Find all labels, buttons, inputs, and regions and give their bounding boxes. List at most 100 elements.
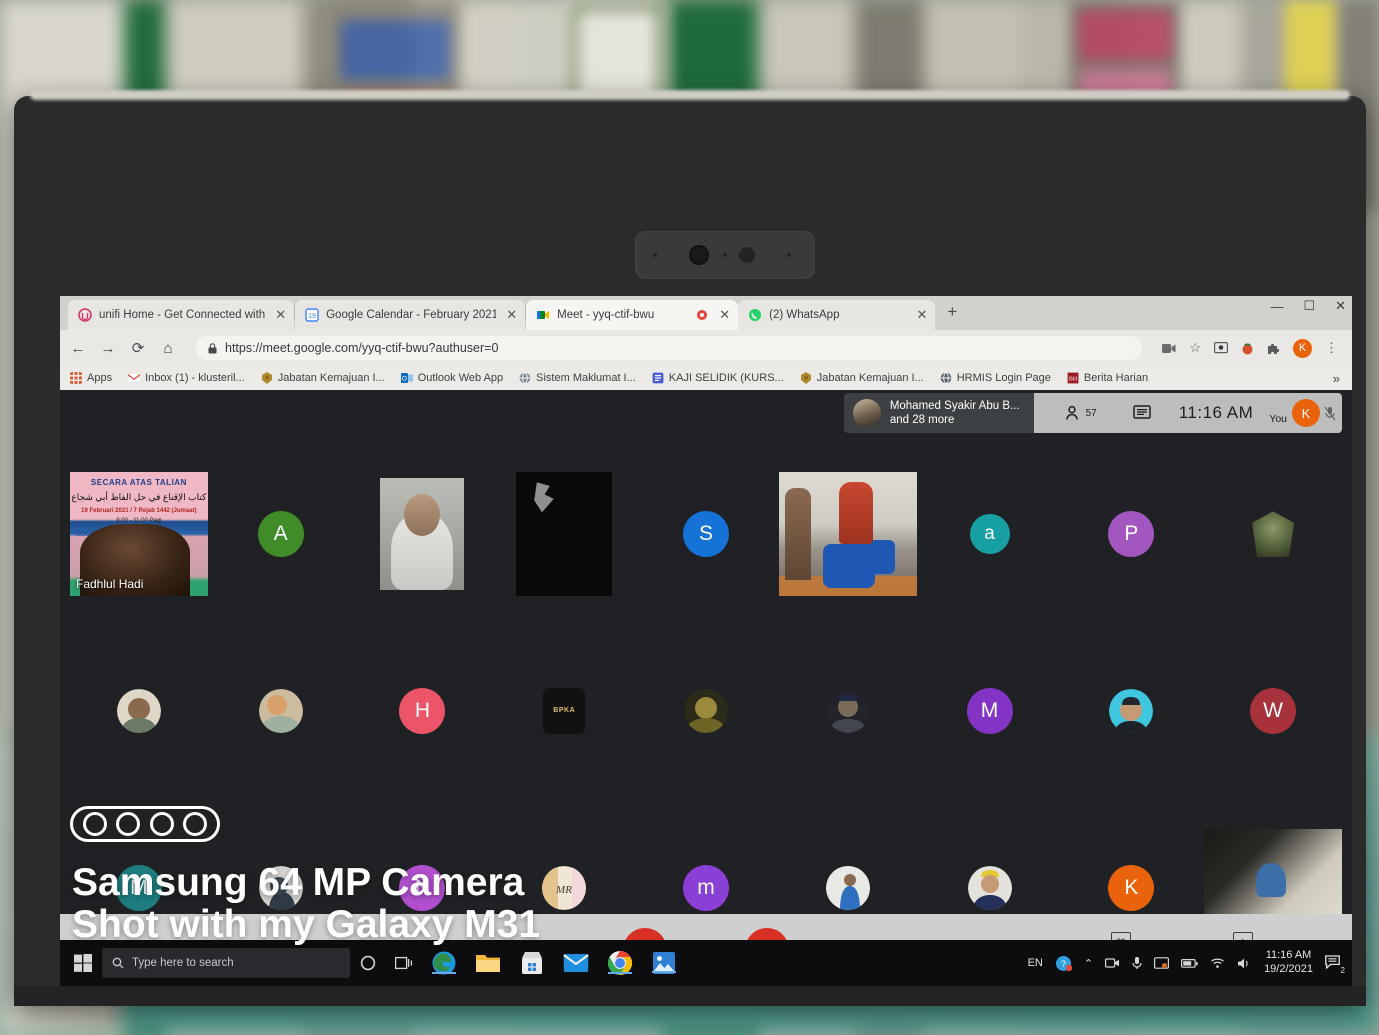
participants-button[interactable]: 57 (1048, 405, 1115, 421)
tab-close-icon[interactable]: ✕ (275, 307, 286, 323)
video-feed (778, 472, 917, 597)
bookmark-hrmis[interactable]: HRMIS Login Page (940, 372, 1051, 384)
task-view-icon[interactable] (386, 956, 422, 970)
participant-tile[interactable] (1204, 448, 1342, 621)
windows-start-icon[interactable] (66, 954, 100, 972)
participant-tile[interactable]: A (212, 448, 350, 621)
bookmark-outlook[interactable]: O Outlook Web App (400, 372, 504, 384)
address-bar[interactable]: https://meet.google.com/yyq-ctif-bwu?aut… (196, 336, 1143, 360)
taskbar-app-microsoft-edge-icon[interactable] (422, 950, 466, 976)
search-input[interactable]: Type here to search (102, 948, 350, 978)
participant-tile[interactable] (354, 448, 492, 621)
participant-tile[interactable]: P (1062, 448, 1200, 621)
bookmark-jakim-2[interactable]: Jabatan Kemajuan I... (800, 372, 924, 384)
active-speaker-chip[interactable]: Mohamed Syakir Abu B... and 28 more (843, 393, 1034, 433)
participant-tile[interactable] (779, 625, 917, 798)
meet-clock: 11:16 AM (1178, 403, 1254, 422)
tab-close-icon[interactable]: ✕ (916, 307, 927, 323)
window-maximize-button[interactable]: ☐ (1303, 298, 1315, 314)
window-controls: — ☐ ✕ (1270, 298, 1346, 314)
google-meet-icon (537, 311, 550, 319)
window-minimize-button[interactable]: — (1270, 299, 1283, 314)
wifi-icon[interactable] (1210, 957, 1225, 969)
meet-header-actions: 57 11:16 AM You K (1033, 393, 1342, 433)
apps-grid-icon (70, 372, 82, 384)
cast-icon[interactable] (1214, 342, 1228, 354)
globe-icon (940, 372, 952, 384)
notification-count: 2 (1340, 965, 1345, 975)
bookmark-sistem-maklumat[interactable]: Sistem Maklumat I... (519, 372, 636, 384)
svg-text:19: 19 (308, 313, 316, 320)
taskbar-app-google-chrome-icon[interactable] (598, 950, 642, 976)
participant-tile[interactable]: H (354, 625, 492, 798)
participant-tile[interactable]: W (1204, 625, 1342, 798)
chrome-menu-button[interactable]: ⋮ (1325, 340, 1338, 356)
lock-icon (208, 342, 217, 353)
camera-tray-icon[interactable] (1105, 957, 1120, 969)
participant-tile[interactable]: BPKA (495, 625, 633, 798)
volume-icon[interactable] (1237, 957, 1252, 970)
help-circle-icon[interactable]: ? (1055, 955, 1072, 972)
taskbar-app-photos-icon[interactable] (642, 951, 686, 975)
camera-icon[interactable] (1162, 343, 1176, 354)
participant-tile[interactable]: S (637, 448, 775, 621)
participant-tile[interactable]: M (921, 625, 1059, 798)
you-label: You (1269, 413, 1287, 425)
samsung-camera-rings-watermark (70, 806, 220, 842)
taskbar-app-mail-icon[interactable] (554, 953, 598, 973)
participant-tile[interactable] (70, 625, 208, 798)
browser-tab-google-calendar[interactable]: 19 Google Calendar - February 2021 ✕ (295, 300, 526, 330)
presentation-tray-icon[interactable] (1154, 956, 1170, 970)
browser-tab-meet[interactable]: Meet - yyq-ctif-bwu ✕ (526, 300, 739, 330)
action-center-icon[interactable]: 2 (1325, 954, 1345, 975)
cortana-circle-icon[interactable] (350, 955, 386, 971)
bookmarks-overflow-button[interactable]: » (1333, 371, 1342, 386)
bookmark-kaji-selidik[interactable]: KAJI SELIDIK (KURS... (652, 372, 784, 384)
bookmark-jakim-1[interactable]: Jabatan Kemajuan I... (261, 372, 385, 384)
participant-tile[interactable] (212, 625, 350, 798)
bookmark-label: Outlook Web App (417, 372, 504, 384)
participant-tile[interactable] (1062, 625, 1200, 798)
taskbar-app-microsoft-store-icon[interactable] (510, 951, 554, 975)
participant-tile[interactable] (637, 625, 775, 798)
avatar-photo (683, 688, 728, 733)
mic-off-icon (1324, 406, 1336, 420)
home-button[interactable]: ⌂ (160, 340, 176, 357)
new-tab-button[interactable]: + (935, 302, 969, 325)
back-button[interactable]: ← (70, 340, 86, 357)
participant-tile[interactable]: SECARA ATAS TALIAN كتاب الإقناع في حل ال… (70, 448, 208, 621)
taskbar-app-file-explorer-icon[interactable] (466, 952, 510, 974)
bookmark-berita-harian[interactable]: BH Berita Harian (1067, 372, 1148, 384)
battery-icon[interactable] (1181, 958, 1198, 969)
participant-count: 57 (1085, 407, 1097, 419)
extensions-puzzle-icon[interactable] (1267, 342, 1280, 355)
avatar[interactable]: K (1292, 399, 1320, 427)
chat-button[interactable] (1115, 405, 1169, 421)
gmail-icon (128, 374, 141, 382)
chevron-up-icon[interactable]: ⌃ (1084, 957, 1093, 970)
window-close-button[interactable]: ✕ (1335, 298, 1346, 314)
browser-tab-unifi[interactable]: unifi Home - Get Connected with ✕ (68, 300, 295, 330)
participant-tile[interactable]: a (921, 448, 1059, 621)
tab-close-icon[interactable]: ✕ (719, 307, 730, 323)
language-indicator[interactable]: EN (1028, 957, 1043, 969)
forward-button[interactable]: → (100, 340, 116, 357)
photos-icon (653, 952, 675, 974)
bookmark-star-icon[interactable]: ☆ (1189, 340, 1201, 356)
extension-tomato-icon[interactable] (1241, 342, 1254, 355)
laptop-screen: unifi Home - Get Connected with ✕ 19 Goo… (60, 296, 1352, 986)
avatar-initial: H (399, 687, 446, 734)
tab-close-icon[interactable]: ✕ (506, 307, 517, 323)
avatar-photo (258, 865, 303, 910)
bookmark-inbox[interactable]: Inbox (1) - klusteril... (128, 372, 245, 384)
taskbar-clock[interactable]: 11:16 AM 19/2/2021 (1264, 949, 1313, 977)
bookmark-apps[interactable]: Apps (70, 372, 112, 384)
reload-button[interactable]: ⟳ (130, 339, 146, 357)
participant-tile[interactable] (778, 448, 917, 621)
chrome-profile-avatar[interactable]: K (1293, 338, 1312, 358)
active-speaker-name: Mohamed Syakir Abu B... (889, 399, 1020, 412)
mic-tray-icon[interactable] (1132, 956, 1142, 970)
participant-tile[interactable] (495, 448, 633, 621)
browser-tab-whatsapp[interactable]: (2) WhatsApp ✕ (738, 300, 936, 330)
bookmark-label: Jabatan Kemajuan I... (277, 372, 385, 384)
